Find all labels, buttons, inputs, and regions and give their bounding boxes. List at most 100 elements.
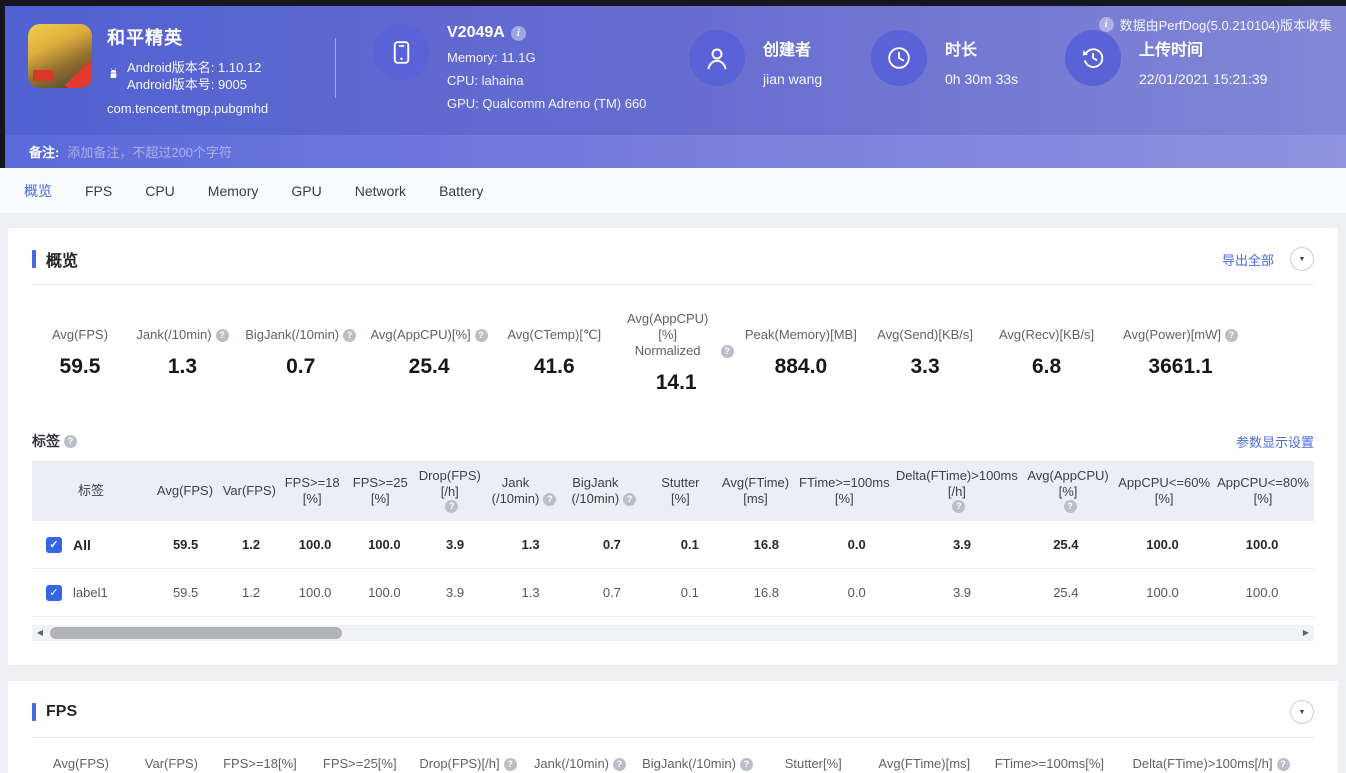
device-info-icon[interactable]: i: [510, 25, 526, 41]
game-title: 和平精英: [107, 28, 183, 48]
tab-memory[interactable]: Memory: [208, 183, 259, 199]
collapse-overview-button[interactable]: ▼: [1290, 247, 1314, 271]
help-icon[interactable]: ?: [503, 758, 517, 771]
metric-avg-fps: Avg(FPS) 59.5: [51, 327, 109, 378]
remark-placeholder: 添加备注，不超过200个字符: [67, 145, 233, 160]
tab-overview[interactable]: 概览: [24, 181, 52, 201]
metric-bigjank: BigJank(/10min)? 0.7: [636, 756, 758, 773]
upload-time-label: 上传时间: [1139, 42, 1204, 59]
help-icon[interactable]: ?: [64, 434, 77, 448]
collector-note: i 数据由PerfDog(5.0.210104)版本收集: [1098, 15, 1332, 34]
android-icon: [107, 67, 120, 93]
row-label: label1: [73, 585, 108, 600]
header-divider: [335, 38, 336, 98]
metric-avg-power: Avg(Power)[mW]? 3661.1: [1107, 311, 1254, 395]
duration-label: 时长: [945, 42, 978, 59]
metric-drop-fps: Drop(FPS)[/h]? 3.9: [412, 756, 523, 773]
upload-time-block: 上传时间 22/01/2021 15:21:39: [1065, 30, 1267, 87]
section-accent-bar: [32, 703, 36, 721]
help-icon[interactable]: ?: [445, 500, 459, 513]
horizontal-scrollbar[interactable]: ◀ ▶: [32, 625, 1314, 641]
export-all-link[interactable]: 导出全部: [1222, 250, 1274, 269]
metric-var-fps: Var(FPS) 1.2: [144, 756, 198, 771]
help-icon[interactable]: ?: [543, 493, 557, 506]
person-icon: [689, 30, 745, 86]
column-header: AppCPU<=80% [%]: [1217, 475, 1309, 506]
checkbox-label1[interactable]: ✓: [46, 584, 62, 601]
section-tabs: 概览 FPS CPU Memory GPU Network Battery: [0, 168, 1346, 214]
clock-icon: [871, 30, 927, 86]
fps-metrics: Avg(FPS) 59.5 Var(FPS) 1.2 FPS>=18[%] 10…: [32, 756, 1314, 773]
column-header: Stutter [%]: [661, 475, 700, 506]
tab-network[interactable]: Network: [355, 183, 406, 199]
metric-avg-appcpu: Avg(AppCPU)[%]? 25.4: [364, 311, 493, 395]
labels-table: 标签 Avg(FPS) Var(FPS) FPS>=18 [%] FPS>=25…: [32, 461, 1314, 641]
collapse-fps-button[interactable]: ▼: [1290, 700, 1314, 724]
help-icon[interactable]: ?: [623, 493, 637, 506]
tab-cpu[interactable]: CPU: [145, 183, 175, 199]
column-header-label: 标签: [77, 483, 104, 498]
table-row-label1[interactable]: ✓ label1 59.5 1.2 100.0 100.0 3.9 1.3 0.…: [32, 569, 1314, 617]
fps-card: FPS ▼ Avg(FPS) 59.5 Var(FPS) 1.2 FPS>=18…: [8, 681, 1338, 773]
help-icon[interactable]: ?: [215, 329, 229, 342]
column-header: Drop(FPS) [/h]?: [418, 468, 481, 513]
phone-icon: [373, 24, 429, 80]
labels-section-title: 标签: [32, 433, 60, 449]
session-header: 和平精英 Android版本名: 1.10.12 Android版本号: 900…: [5, 6, 1346, 135]
metric-delta-ftime: Delta(FTime)>100ms[/h]? 3.9: [1118, 756, 1304, 773]
metric-peak-memory: Peak(Memory)[MB] 884.0: [744, 327, 857, 378]
help-icon[interactable]: ?: [613, 758, 626, 771]
upload-time-value: 22/01/2021 15:21:39: [1139, 71, 1268, 87]
device-info-block: V2049A i Memory: 11.1G CPU: lahaina GPU:…: [373, 24, 646, 111]
help-icon[interactable]: ?: [343, 329, 357, 342]
creator-value: jian wang: [763, 71, 823, 87]
column-header: Avg(AppCPU) [%]?: [1027, 468, 1109, 513]
overview-metrics: Avg(FPS) 59.5 Jank(/10min)? 1.3 BigJank(…: [32, 311, 1314, 395]
column-header: Delta(FTime)>100ms [/h]?: [895, 468, 1018, 513]
overview-title: 概览: [46, 253, 79, 270]
column-header: Avg(FTime) [ms]: [721, 475, 790, 506]
tab-gpu[interactable]: GPU: [291, 183, 321, 199]
android-version-name: Android版本名: 1.10.12: [127, 60, 262, 75]
metric-avg-recv: Avg(Recv)[KB/s] 6.8: [999, 327, 1095, 378]
section-accent-bar: [32, 250, 36, 268]
chevron-down-icon: ▼: [1298, 255, 1306, 263]
metric-avg-ctemp: Avg(CTemp)[℃] 41.6: [507, 327, 602, 378]
device-memory: Memory: 11.1G: [447, 50, 536, 65]
help-icon[interactable]: ?: [1276, 758, 1290, 771]
info-icon[interactable]: i: [1098, 17, 1114, 32]
metric-fps-ge18: FPS>=18[%] 100.0: [223, 756, 297, 771]
checkbox-all[interactable]: ✓: [46, 536, 62, 553]
overview-card: 概览 导出全部 ▼ Avg(FPS) 59.5 Jank(/10min)? 1.…: [8, 228, 1338, 665]
remark-input[interactable]: 备注: 添加备注，不超过200个字符: [5, 135, 1346, 168]
help-icon[interactable]: ?: [740, 758, 753, 771]
help-icon[interactable]: ?: [474, 329, 488, 342]
device-gpu: GPU: Qualcomm Adreno (TM) 660: [447, 96, 647, 111]
metric-bigjank: BigJank(/10min)? 0.7: [237, 311, 364, 395]
device-name: V2049A: [447, 24, 505, 41]
help-icon[interactable]: ?: [720, 345, 734, 358]
tab-battery[interactable]: Battery: [439, 183, 483, 199]
divider: [32, 284, 1314, 285]
tab-fps[interactable]: FPS: [85, 183, 112, 199]
help-icon[interactable]: ?: [1063, 500, 1077, 513]
metric-stutter: Stutter[%] 0.1: [784, 756, 842, 771]
table-row-all[interactable]: ✓ All 59.5 1.2 100.0 100.0 3.9 1.3 0.7 0…: [32, 521, 1314, 569]
metric-jank: Jank(/10min)? 1.3: [523, 756, 636, 773]
display-settings-link[interactable]: 参数显示设置: [1236, 432, 1314, 451]
metric-avg-appcpu-normalized: Avg(AppCPU)[%] Normalized? 14.1: [615, 311, 738, 395]
scroll-right-icon[interactable]: ▶: [1298, 625, 1314, 641]
metric-fps-ge25: FPS>=25[%] 100.0: [322, 756, 397, 771]
column-header: FPS>=25 [%]: [352, 475, 408, 506]
column-header: FPS>=18 [%]: [284, 475, 340, 506]
top-banner-frame: 和平精英 Android版本名: 1.10.12 Android版本号: 900…: [0, 0, 1346, 168]
column-header: Jank (/10min)?: [485, 468, 563, 514]
scrollbar-thumb[interactable]: [50, 627, 342, 639]
help-icon[interactable]: ?: [1225, 329, 1239, 342]
metric-ftime-ge100: FTime>=100ms[%] 0.0: [994, 756, 1105, 771]
creator-label: 创建者: [763, 42, 812, 59]
duration-value: 0h 30m 33s: [945, 71, 1019, 87]
scroll-left-icon[interactable]: ◀: [32, 625, 48, 641]
game-package: com.tencent.tmgp.pubgmhd: [107, 101, 269, 116]
help-icon[interactable]: ?: [952, 500, 966, 513]
